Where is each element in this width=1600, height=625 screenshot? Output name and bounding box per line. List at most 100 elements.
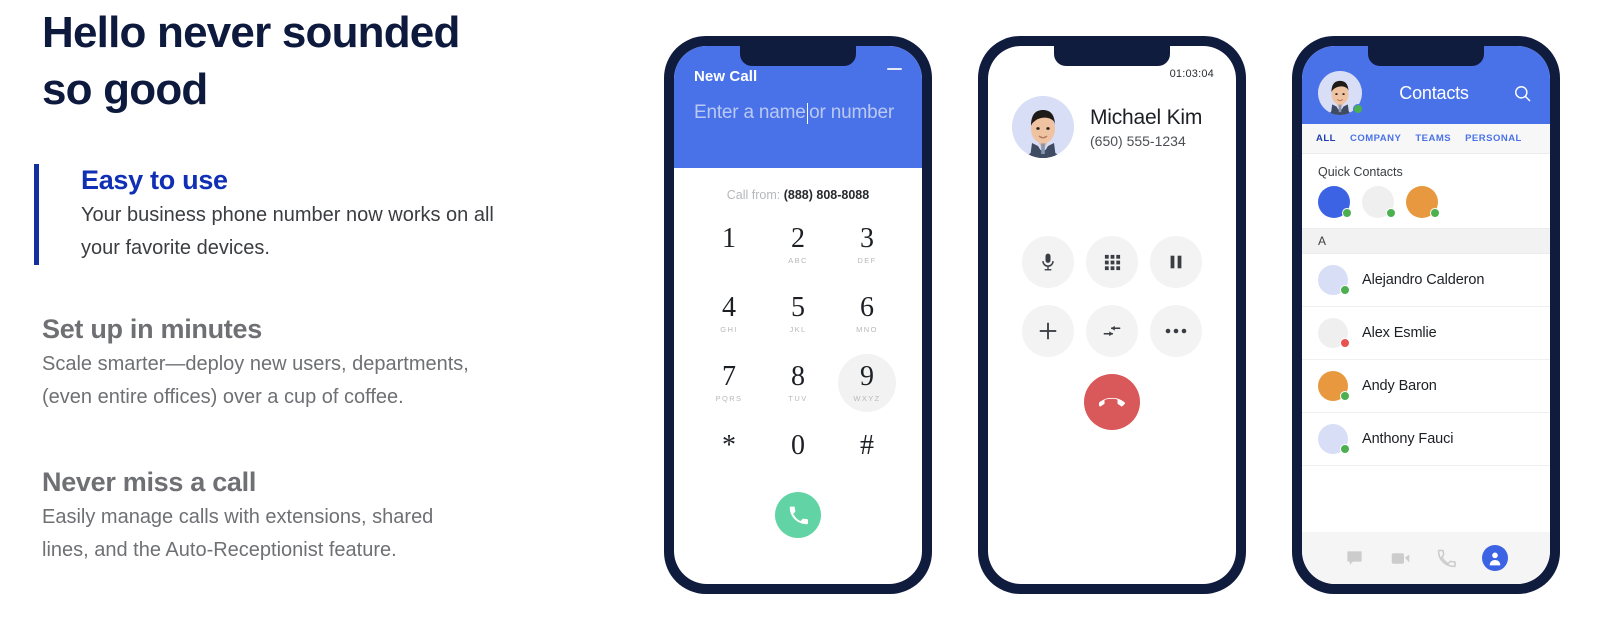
quick-contacts-label: Quick Contacts <box>1318 165 1403 179</box>
hangup-button[interactable] <box>1084 374 1140 430</box>
mute-button[interactable] <box>1022 236 1074 288</box>
dialpad-key-6[interactable]: 6 MNO <box>838 285 896 343</box>
dialpad-row: 7 PQRS 8 TUV 9 WXYZ <box>700 354 896 412</box>
tab-company[interactable]: COMPANY <box>1350 133 1401 144</box>
call-from-number[interactable]: (888) 808-8088 <box>784 188 869 202</box>
add-call-button[interactable] <box>1022 305 1074 357</box>
search-button[interactable] <box>1506 84 1532 103</box>
quick-contact-avatar[interactable] <box>1406 186 1440 218</box>
dialpad-key-1[interactable]: 1 <box>700 216 758 274</box>
tab-teams[interactable]: TEAMS <box>1415 133 1451 144</box>
dialpad: 1 2 ABC 3 DEF 4 GHI 5 JKL 6 MNO 7 PQRS 8… <box>674 216 922 481</box>
feature-title: Set up in minutes <box>42 314 262 344</box>
nav-messages[interactable] <box>1345 549 1364 568</box>
feature-never-miss-a-call: Never miss a call Easily manage calls wi… <box>42 466 642 567</box>
call-button[interactable] <box>775 492 821 538</box>
phone-handset-icon <box>1437 549 1456 567</box>
dialer-screen: New Call Enter a name or number Call from… <box>674 46 922 584</box>
nav-contacts[interactable] <box>1481 545 1508 571</box>
avatar <box>1318 424 1350 454</box>
feature-list: Easy to use Your business phone number n… <box>34 164 642 567</box>
feature-title: Never miss a call <box>42 467 257 497</box>
key-digit: 7 <box>722 361 736 392</box>
status-badge <box>1340 444 1350 454</box>
active-call-screen: 01:03:04 Michael Kim (650) 555-1234 <box>988 46 1236 584</box>
callee-text: Michael Kim (650) 555-1234 <box>1090 106 1202 149</box>
nav-phone[interactable] <box>1437 549 1456 568</box>
feature-set-up-in-minutes: Set up in minutes Scale smarter—deploy n… <box>42 313 642 414</box>
feature-body-line-2: your favorite devices. <box>81 237 270 259</box>
minimize-icon[interactable] <box>887 68 902 70</box>
contacts-screen: Contacts ALL COMPANY TEAMS PERSONAL Quic… <box>1302 46 1550 584</box>
list-item[interactable]: Alex Esmlie <box>1302 307 1550 360</box>
list-item[interactable]: Alejandro Calderon <box>1302 254 1550 307</box>
dialpad-key-5[interactable]: 5 JKL <box>769 285 827 343</box>
feature-body-line-1: Easily manage calls with extensions, sha… <box>42 506 434 528</box>
search-icon <box>1515 85 1531 101</box>
dialpad-key-8[interactable]: 8 TUV <box>769 354 827 412</box>
call-from-line: Call from: (888) 808-8088 <box>674 188 922 202</box>
hold-button[interactable] <box>1150 236 1202 288</box>
alpha-section-header: A <box>1302 228 1550 254</box>
microphone-icon <box>1042 253 1054 271</box>
dialpad-key-hash[interactable]: # <box>838 423 896 481</box>
callee-number: (650) 555-1234 <box>1090 132 1186 149</box>
quick-contacts-row <box>1302 179 1550 228</box>
callee-name: Michael Kim <box>1090 105 1203 129</box>
phone-mockups: New Call Enter a name or number Call from… <box>664 36 1564 596</box>
video-camera-icon <box>1391 552 1409 564</box>
dialer-placeholder-after: or number <box>809 102 894 123</box>
dialpad-key-4[interactable]: 4 GHI <box>700 285 758 343</box>
page-title: Hello never sounded so good <box>42 0 642 118</box>
chat-bubble-icon <box>1346 550 1362 565</box>
key-digit: 2 <box>791 223 805 254</box>
status-badge <box>1340 338 1350 348</box>
phone-down-icon <box>1099 397 1125 407</box>
quick-contact-avatar[interactable] <box>1362 186 1396 218</box>
list-item[interactable]: Anthony Fauci <box>1302 413 1550 466</box>
contact-name: Anthony Fauci <box>1362 431 1454 447</box>
list-item[interactable]: Andy Baron <box>1302 360 1550 413</box>
phone-mockup-dialer: New Call Enter a name or number Call from… <box>664 36 932 594</box>
feature-body-line-2: (even entire offices) over a cup of coff… <box>42 386 404 408</box>
call-controls-row <box>1022 236 1202 288</box>
dialpad-key-9[interactable]: 9 WXYZ <box>838 354 896 412</box>
tab-personal[interactable]: PERSONAL <box>1465 133 1522 144</box>
key-digit: 4 <box>722 292 736 323</box>
key-letters: WXYZ <box>853 394 881 403</box>
dialpad-key-0[interactable]: 0 <box>769 423 827 481</box>
person-icon <box>1489 552 1500 566</box>
dialpad-key-2[interactable]: 2 ABC <box>769 216 827 274</box>
transfer-button[interactable] <box>1086 305 1138 357</box>
feature-body-line-1: Scale smarter—deploy new users, departme… <box>42 353 469 375</box>
dialpad-key-3[interactable]: 3 DEF <box>838 216 896 274</box>
key-letters: GHI <box>720 325 738 334</box>
feature-title: Easy to use <box>81 165 228 195</box>
status-badge <box>1386 208 1396 218</box>
call-button-area <box>674 492 922 538</box>
key-digit: 0 <box>791 430 805 461</box>
dialpad-key-star[interactable]: * <box>700 423 758 481</box>
dialpad-row: * 0 # <box>700 423 896 481</box>
tab-all[interactable]: ALL <box>1316 133 1336 144</box>
feature-body-line-1: Your business phone number now works on … <box>81 204 494 226</box>
pause-icon <box>1170 255 1182 269</box>
dialer-title: New Call <box>694 68 758 85</box>
quick-contact-avatar[interactable] <box>1318 186 1352 218</box>
more-button[interactable] <box>1150 305 1202 357</box>
status-badge <box>1340 285 1350 295</box>
phone-notch <box>1368 46 1484 66</box>
key-letters: TUV <box>788 394 808 403</box>
ellipsis-icon <box>1165 328 1187 334</box>
status-badge <box>1353 104 1363 114</box>
user-avatar[interactable] <box>1318 71 1363 115</box>
keypad-button[interactable] <box>1086 236 1138 288</box>
call-from-label: Call from: <box>726 188 781 202</box>
nav-video[interactable] <box>1390 549 1411 568</box>
dialer-input[interactable]: Enter a name or number <box>694 102 902 124</box>
dialpad-key-7[interactable]: 7 PQRS <box>700 354 758 412</box>
plus-icon <box>1039 322 1057 340</box>
contact-name: Alex Esmlie <box>1362 325 1437 341</box>
avatar <box>1318 371 1350 401</box>
transfer-arrows-icon <box>1103 325 1121 337</box>
